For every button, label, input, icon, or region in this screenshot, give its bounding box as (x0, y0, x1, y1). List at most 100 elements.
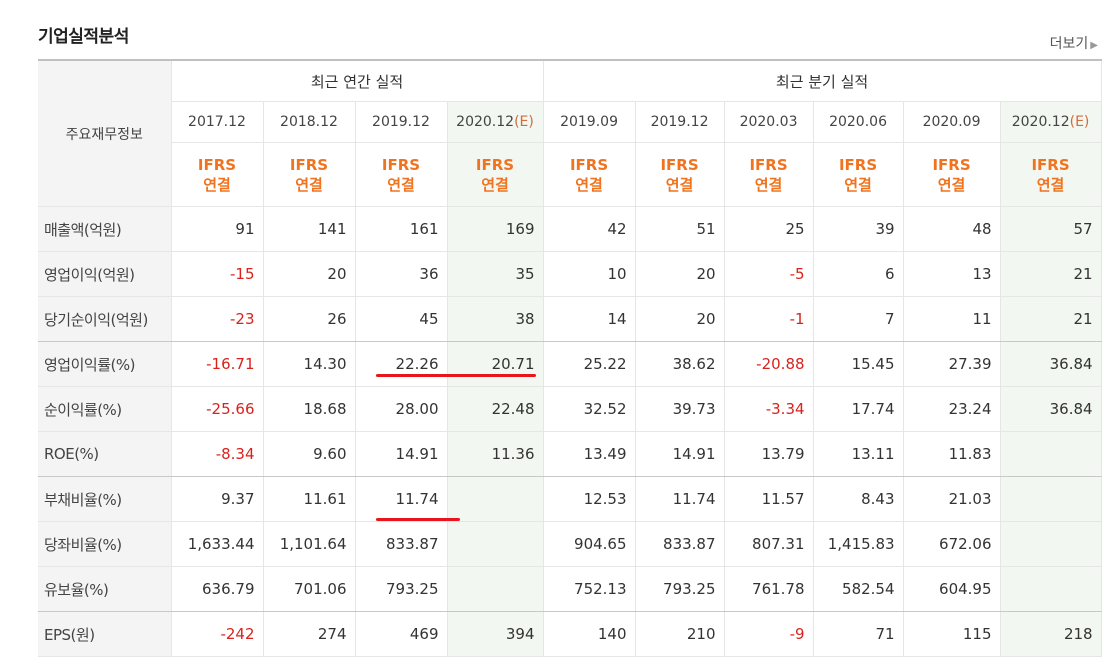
ifrs-label: IFRS (475, 155, 515, 174)
estimate-mark: (E) (514, 114, 534, 130)
value-cell (447, 521, 544, 567)
value-cell: 469 (355, 611, 448, 657)
consolidated-label: 연결 (1036, 175, 1065, 194)
table-row: 매출액(억원) 91 141 161 169 42 51 25 39 48 57 (38, 206, 1102, 252)
period-header: 2020.12(E) (1000, 101, 1102, 143)
table-row: 유보율(%) 636.79 701.06 793.25 752.13 793.25 761.… (38, 566, 1102, 612)
value-cell: 36.84 (1000, 386, 1102, 432)
value-cell: 35 (447, 251, 544, 297)
value-cell: 39 (813, 206, 904, 252)
period-date: 2020.06 (829, 114, 887, 130)
ifrs-label: IFRS (381, 155, 421, 174)
value-cell (1000, 521, 1102, 567)
value-cell: 11.57 (724, 476, 814, 522)
value-cell: 161 (355, 206, 448, 252)
value-cell: 210 (635, 611, 725, 657)
more-link[interactable]: 더보기 ▶ (1050, 33, 1098, 53)
value-cell: 11.74 (355, 476, 448, 522)
value-cell: 582.54 (813, 566, 904, 612)
ifrs-label: IFRS (289, 155, 329, 174)
value-cell: 23.24 (903, 386, 1001, 432)
period-date: 2020.12 (456, 114, 515, 130)
value-cell (447, 476, 544, 522)
financial-table: 주요재무정보 최근 연간 실적 최근 분기 실적 2017.12 2018.12 2… (38, 59, 1102, 657)
value-cell: 10 (542, 251, 636, 297)
table-row: EPS(원) -242 274 469 394 140 210 -9 71 115 218 (38, 611, 1102, 657)
ifrs-badge: IFRS 연결 (724, 142, 814, 207)
value-cell: 140 (542, 611, 636, 657)
value-cell: 20 (635, 251, 725, 297)
table-row: 영업이익률(%) -16.71 14.30 22.26 20.71 25.22 38.62-… (38, 341, 1102, 387)
value-cell: 11.61 (263, 476, 356, 522)
ifrs-label: IFRS (569, 155, 609, 174)
consolidated-label: 연결 (295, 175, 323, 194)
row-label: 당기순이익(억원) (38, 296, 172, 342)
value-cell: 793.25 (635, 566, 725, 612)
ifrs-badge: IFRS 연결 (542, 142, 636, 207)
value-cell: 14.30 (263, 341, 356, 387)
period-date: 2020.03 (739, 114, 798, 130)
quarterly-group-header: 최근 분기 실적 (542, 59, 1102, 102)
table-row: ROE(%) -8.34 9.60 14.91 11.36 13.49 14.91 13.79… (38, 431, 1102, 477)
row-label: ROE(%) (38, 431, 172, 477)
value-cell: 22.48 (447, 386, 544, 432)
annotation-underline (376, 518, 460, 521)
value-cell: -3.34 (724, 386, 814, 432)
value-cell: 904.65 (542, 521, 636, 567)
value-cell: 51 (635, 206, 725, 252)
value-cell (1000, 566, 1102, 612)
period-header: 2020.09 (903, 101, 1001, 143)
value-cell: 17.74 (813, 386, 904, 432)
value-cell: -9 (724, 611, 814, 657)
value-cell: -23 (171, 296, 264, 342)
period-date: 2019.12 (372, 114, 430, 130)
value-cell: 13 (903, 251, 1001, 297)
row-label: 부채비율(%) (38, 476, 172, 522)
period-date: 2018.12 (280, 114, 338, 130)
period-header: 2017.12 (171, 101, 264, 143)
value-cell: 38.62 (635, 341, 725, 387)
value-cell: 48 (903, 206, 1001, 252)
value-cell: 18.68 (263, 386, 356, 432)
value-cell: 761.78 (724, 566, 814, 612)
value-cell: 20 (635, 296, 725, 342)
value-cell: 25 (724, 206, 814, 252)
value-cell: 394 (447, 611, 544, 657)
period-header: 2020.06 (813, 101, 904, 143)
value-cell: -5 (724, 251, 814, 297)
value-cell: 45 (355, 296, 448, 342)
table-row: 영업이익(억원) -15 20 36 35 10 20 -5 6 13 21 (38, 251, 1102, 297)
ifrs-label: IFRS (660, 155, 699, 174)
value-cell: 14 (542, 296, 636, 342)
value-cell: 11.74 (635, 476, 725, 522)
ifrs-label: IFRS (197, 155, 237, 174)
value-cell: 833.87 (355, 521, 448, 567)
period-date: 2019.12 (650, 114, 709, 130)
table-row: 당기순이익(억원) -23 26 45 38 14 20 -1 7 11 21 (38, 296, 1102, 342)
row-label: 당좌비율(%) (38, 521, 172, 567)
consolidated-label: 연결 (203, 175, 231, 194)
row-label: 매출액(억원) (38, 206, 172, 252)
value-cell: 169 (447, 206, 544, 252)
consolidated-label: 연결 (575, 175, 603, 194)
table-row: 당좌비율(%) 1,633.44 1,101.64 833.87 904.65 833.8… (38, 521, 1102, 567)
ifrs-badge: IFRS 연결 (355, 142, 448, 207)
value-cell: 15.45 (813, 341, 904, 387)
value-cell: 115 (903, 611, 1001, 657)
value-cell (447, 566, 544, 612)
consolidated-label: 연결 (665, 175, 694, 194)
period-header: 2020.03 (724, 101, 814, 143)
row-label: 영업이익(억원) (38, 251, 172, 297)
value-cell: 11.83 (903, 431, 1001, 477)
value-cell: 26 (263, 296, 356, 342)
value-cell: 218 (1000, 611, 1102, 657)
value-cell: 38 (447, 296, 544, 342)
value-cell: 833.87 (635, 521, 725, 567)
value-cell: 36 (355, 251, 448, 297)
value-cell: 13.79 (724, 431, 814, 477)
value-cell: -242 (171, 611, 264, 657)
value-cell: 6 (813, 251, 904, 297)
value-cell: 9.37 (171, 476, 264, 522)
value-cell: -16.71 (171, 341, 264, 387)
annual-group-header: 최근 연간 실적 (171, 59, 544, 102)
